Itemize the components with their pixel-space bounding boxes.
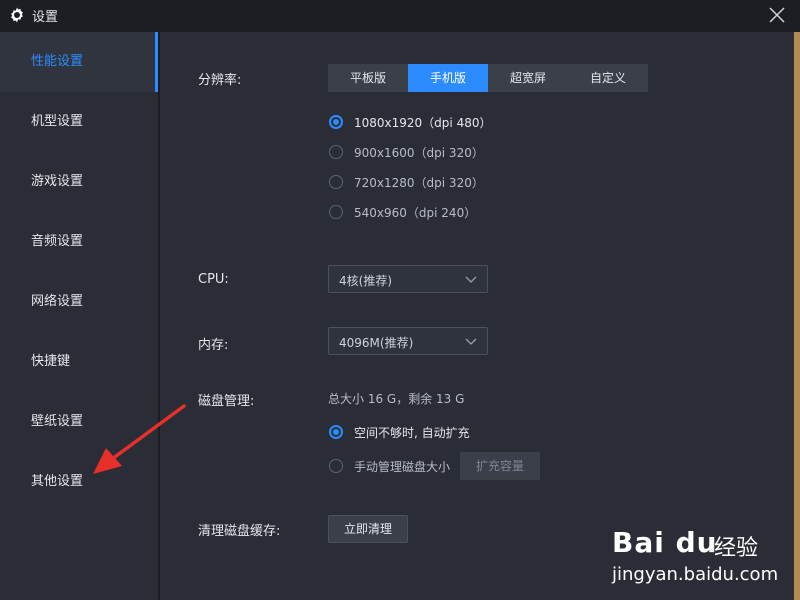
sidebar-item-other[interactable]: 其他设置 <box>0 452 158 512</box>
watermark-url: jingyan.baidu.com <box>612 564 779 585</box>
memory-value: 4096M(推荐) <box>339 336 414 350</box>
sidebar-item-audio[interactable]: 音频设置 <box>0 212 158 272</box>
memory-label: 内存: <box>198 338 229 353</box>
resolution-option-900[interactable]: 900x1600（dpi 320） <box>354 144 484 161</box>
disk-option-auto[interactable]: 空间不够时, 自动扩充 <box>354 424 470 441</box>
watermark-name: 经验 <box>714 536 759 561</box>
resolution-radio-1080[interactable] <box>329 115 343 129</box>
sidebar-item-network[interactable]: 网络设置 <box>0 272 158 332</box>
settings-content: 分辨率: 平板版 手机版 超宽屏 自定义 1080x1920（dpi 480） … <box>160 32 800 600</box>
disk-label: 磁盘管理: <box>198 394 255 409</box>
watermark-brand: Bai du <box>612 526 718 559</box>
tab-tablet[interactable]: 平板版 <box>328 64 408 92</box>
sidebar-item-wallpaper[interactable]: 壁纸设置 <box>0 392 158 452</box>
sidebar-item-game[interactable]: 游戏设置 <box>0 152 158 212</box>
settings-sidebar: 性能设置 机型设置 游戏设置 音频设置 网络设置 快捷键 壁纸设置 其他设置 <box>0 32 158 600</box>
expand-capacity-button[interactable]: 扩充容量 <box>460 452 540 480</box>
chevron-down-icon <box>465 338 477 345</box>
title-bar: 设置 <box>0 0 800 32</box>
resolution-label: 分辨率: <box>198 73 242 88</box>
cpu-value: 4核(推荐) <box>339 274 392 288</box>
chevron-down-icon <box>465 276 477 283</box>
disk-option-manual[interactable]: 手动管理磁盘大小 <box>354 458 450 475</box>
tab-ultrawide[interactable]: 超宽屏 <box>488 64 568 92</box>
clear-now-button[interactable]: 立即清理 <box>328 515 408 543</box>
desktop-edge <box>794 32 800 600</box>
gear-icon <box>11 7 23 23</box>
window-title: 设置 <box>32 10 59 25</box>
resolution-option-540[interactable]: 540x960（dpi 240） <box>354 204 476 221</box>
memory-select[interactable]: 4096M(推荐) <box>328 327 488 355</box>
close-icon[interactable] <box>766 4 788 26</box>
sidebar-item-performance[interactable]: 性能设置 <box>0 32 158 92</box>
resolution-radio-900[interactable] <box>329 145 343 159</box>
resolution-radio-540[interactable] <box>329 205 343 219</box>
resolution-option-1080[interactable]: 1080x1920（dpi 480） <box>354 114 491 131</box>
cpu-label: CPU: <box>198 272 229 287</box>
cpu-select[interactable]: 4核(推荐) <box>328 265 488 293</box>
tab-phone[interactable]: 手机版 <box>408 64 488 92</box>
resolution-option-720[interactable]: 720x1280（dpi 320） <box>354 174 484 191</box>
disk-info: 总大小 16 G，剩余 13 G <box>328 392 465 406</box>
sidebar-item-device-model[interactable]: 机型设置 <box>0 92 158 152</box>
tab-custom[interactable]: 自定义 <box>568 64 648 92</box>
disk-radio-manual[interactable] <box>329 459 343 473</box>
resolution-radio-720[interactable] <box>329 175 343 189</box>
disk-radio-auto[interactable] <box>329 425 343 439</box>
sidebar-item-shortcuts[interactable]: 快捷键 <box>0 332 158 392</box>
clear-cache-label: 清理磁盘缓存: <box>198 524 281 539</box>
